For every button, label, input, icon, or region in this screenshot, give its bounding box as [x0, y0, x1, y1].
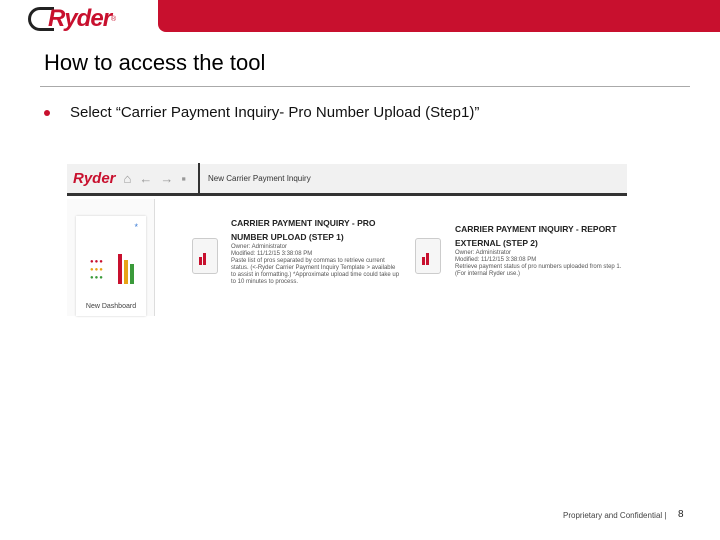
item-modified: Modified: 11/12/15 3:38:08 PM: [231, 251, 313, 257]
slide-title: How to access the tool: [44, 50, 266, 75]
item-desc: Paste list of pros separated by commas t…: [231, 258, 400, 285]
item-title[interactable]: CARRIER PAYMENT INQUIRY - REPORT EXTERNA…: [455, 222, 625, 250]
app-logo: Ryder: [73, 170, 116, 187]
item-title[interactable]: CARRIER PAYMENT INQUIRY - PRO NUMBER UPL…: [231, 216, 401, 244]
dots-icon: ●●● ●●● ●●●: [90, 259, 104, 281]
logo-text: Ryder: [48, 5, 112, 32]
report-icon[interactable]: [192, 238, 218, 274]
footer-text: Proprietary and Confidential |: [563, 511, 667, 520]
breadcrumb[interactable]: New Carrier Payment Inquiry: [198, 162, 311, 195]
back-icon[interactable]: ←: [139, 171, 152, 186]
item-desc: Retrieve payment status of pro numbers u…: [455, 264, 622, 277]
sidebar: * ●●● ●●● ●●● New Dashboard: [67, 199, 155, 316]
bullet-icon: [44, 110, 50, 116]
report-icon[interactable]: [415, 238, 441, 274]
bullet-text: Select “Carrier Payment Inquiry- Pro Num…: [70, 104, 480, 121]
report-item-step1[interactable]: CARRIER PAYMENT INQUIRY - PRO NUMBER UPL…: [231, 216, 401, 286]
new-dashboard-tile[interactable]: * ●●● ●●● ●●● New Dashboard: [76, 216, 146, 316]
item-owner: Owner: Administrator: [231, 244, 288, 250]
page-number: 8: [678, 509, 684, 520]
item-modified: Modified: 11/12/15 3:38:08 PM: [455, 257, 537, 263]
dashboard-label: New Dashboard: [85, 303, 137, 310]
registered-mark: ®: [111, 15, 117, 23]
divider: [40, 86, 690, 87]
forward-icon[interactable]: →: [160, 171, 173, 186]
ryder-logo: Ryder ®: [28, 4, 116, 34]
header-banner: [158, 0, 720, 32]
folder-icon[interactable]: ▪: [181, 171, 186, 186]
app-screenshot: Ryder ⌂ ← → ▪ New Carrier Payment Inquir…: [67, 162, 627, 316]
home-icon[interactable]: ⌂: [124, 171, 132, 186]
star-icon: *: [134, 222, 138, 232]
report-item-step2[interactable]: CARRIER PAYMENT INQUIRY - REPORT EXTERNA…: [455, 222, 625, 278]
item-owner: Owner: Administrator: [455, 250, 512, 256]
app-toolbar: Ryder ⌂ ← → ▪ New Carrier Payment Inquir…: [67, 162, 627, 196]
bar-chart-icon: [118, 254, 134, 284]
